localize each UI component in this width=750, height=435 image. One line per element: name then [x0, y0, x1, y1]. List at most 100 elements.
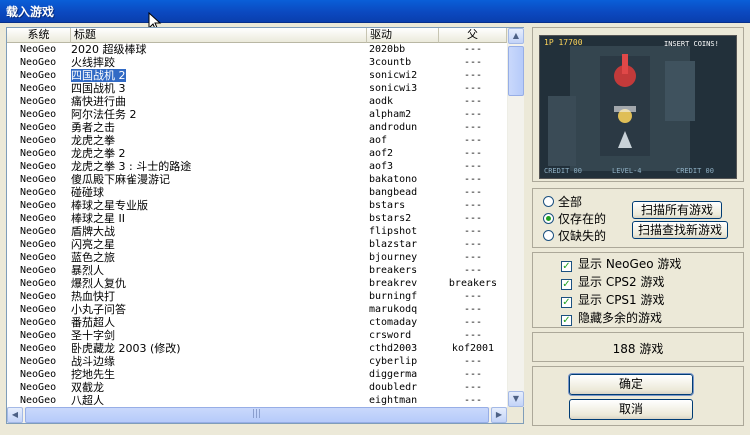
- cell-driver: aof2: [369, 148, 394, 159]
- radio-missing[interactable]: 仅缺失的: [543, 228, 606, 244]
- cell-system: NeoGeo: [20, 174, 57, 185]
- table-row[interactable]: NeoGeo 棒球之星专业版 bstars ---: [7, 199, 507, 212]
- table-row[interactable]: NeoGeo 圣十字剑 crsword ---: [7, 329, 507, 342]
- cell-parent: ---: [463, 252, 483, 263]
- table-row[interactable]: NeoGeo 痛快进行曲 aodk ---: [7, 95, 507, 108]
- table-row[interactable]: NeoGeo 四国战机 3 sonicwi3 ---: [7, 82, 507, 95]
- chevron-down-icon: ▼: [512, 394, 520, 403]
- cell-parent: ---: [463, 239, 483, 250]
- checkbox-show-cps1[interactable]: ✓ 显示 CPS1 游戏: [561, 292, 665, 308]
- window-titlebar[interactable]: 载入游戏: [0, 0, 750, 23]
- checkbox-show-neogeo[interactable]: ✓ 显示 NeoGeo 游戏: [561, 256, 681, 272]
- table-row[interactable]: NeoGeo 碰碰球 bangbead ---: [7, 186, 507, 199]
- cell-driver: aof3: [369, 161, 394, 172]
- cell-driver: eightman: [369, 395, 418, 406]
- cell-system: NeoGeo: [20, 304, 57, 315]
- cell-parent: ---: [463, 70, 483, 81]
- cell-parent: ---: [463, 161, 483, 172]
- scan-new-button[interactable]: 扫描查找新游戏: [632, 221, 728, 239]
- ok-button[interactable]: 确定: [568, 373, 694, 396]
- window-title: 载入游戏: [6, 5, 55, 19]
- table-row[interactable]: NeoGeo 暴烈人 breakers ---: [7, 264, 507, 277]
- table-row[interactable]: NeoGeo 龙虎之拳 aof ---: [7, 134, 507, 147]
- table-row[interactable]: NeoGeo 勇者之击 androdun ---: [7, 121, 507, 134]
- table-row[interactable]: NeoGeo 卧虎藏龙 2003 (修改) cthd2003 kof2001: [7, 342, 507, 355]
- cell-parent: ---: [463, 200, 483, 211]
- cell-driver: doubledr: [369, 382, 418, 393]
- cell-system: NeoGeo: [20, 70, 57, 81]
- table-row[interactable]: NeoGeo 盾牌大战 flipshot ---: [7, 225, 507, 238]
- column-header-system[interactable]: 系统: [7, 28, 71, 43]
- table-row[interactable]: NeoGeo 蓝色之旅 bjourney ---: [7, 251, 507, 264]
- table-row[interactable]: NeoGeo 傻瓜殿下麻雀漫游记 bakatono ---: [7, 173, 507, 186]
- cell-title: 挖地先生: [71, 368, 115, 381]
- table-row[interactable]: NeoGeo 八超人 eightman ---: [7, 394, 507, 407]
- radio-all[interactable]: 全部: [543, 194, 582, 210]
- radio-existing[interactable]: 仅存在的: [543, 211, 606, 227]
- preview-panel: 1P 17700 INSERT COINS! CREDIT 00 LEVEL-4…: [532, 27, 744, 182]
- cell-driver: aof: [369, 135, 388, 146]
- checkbox-label: 隐藏多余的游戏: [578, 311, 663, 325]
- table-row[interactable]: NeoGeo 2020 超级棒球 2020bb ---: [7, 43, 507, 56]
- column-header-parent[interactable]: 父: [439, 28, 507, 43]
- column-header-driver[interactable]: 驱动: [367, 28, 439, 43]
- checkbox-show-cps2[interactable]: ✓ 显示 CPS2 游戏: [561, 274, 665, 290]
- table-row[interactable]: NeoGeo 小丸子问答 marukodq ---: [7, 303, 507, 316]
- table-row[interactable]: NeoGeo 热血快打 burningf ---: [7, 290, 507, 303]
- cell-system: NeoGeo: [20, 226, 57, 237]
- cell-title: 暴烈人: [71, 264, 104, 277]
- horizontal-scrollbar[interactable]: ◀ ||| ▶: [7, 407, 507, 423]
- table-row[interactable]: NeoGeo 火线摔跤 3countb ---: [7, 56, 507, 69]
- column-header-title[interactable]: 标题: [71, 28, 367, 43]
- table-row[interactable]: NeoGeo 爆烈人复仇 breakrev breakers: [7, 277, 507, 290]
- cell-driver: 2020bb: [369, 44, 406, 55]
- count-panel: 188 游戏: [532, 332, 744, 362]
- table-row[interactable]: NeoGeo 四国战机 2 sonicwi2 ---: [7, 69, 507, 82]
- table-row[interactable]: NeoGeo 双截龙 doubledr ---: [7, 381, 507, 394]
- options-panel: ✓ 显示 NeoGeo 游戏 ✓ 显示 CPS2 游戏 ✓ 显示 CPS1 游戏 ✓ 隐…: [532, 252, 744, 328]
- game-list[interactable]: 系统 标题 驱动 父 NeoGeo 2020 超级棒球 2020bb --- NeoGe…: [6, 27, 524, 424]
- vertical-scrollbar[interactable]: ▲ ▼: [507, 28, 524, 407]
- cell-title: 圣十字剑: [71, 329, 115, 342]
- table-row[interactable]: NeoGeo 战斗边缘 cyberlip ---: [7, 355, 507, 368]
- cell-parent: ---: [463, 356, 483, 367]
- cell-title: 龙虎之拳 2: [71, 147, 126, 160]
- table-row[interactable]: NeoGeo 挖地先生 diggerma ---: [7, 368, 507, 381]
- cell-title: 痛快进行曲: [71, 95, 126, 108]
- scroll-down-button[interactable]: ▼: [508, 391, 524, 407]
- cell-driver: blazstar: [369, 239, 418, 250]
- cell-title: 棒球之星 II: [71, 212, 125, 225]
- scroll-up-button[interactable]: ▲: [508, 28, 524, 44]
- cell-parent: ---: [463, 304, 483, 315]
- horizontal-scroll-thumb[interactable]: |||: [25, 407, 489, 423]
- table-row[interactable]: NeoGeo 龙虎之拳 2 aof2 ---: [7, 147, 507, 160]
- cell-title: 火线摔跤: [71, 56, 115, 69]
- preview-scene: [540, 36, 736, 178]
- cell-title: 战斗边缘: [71, 355, 115, 368]
- checkbox-label: 显示 NeoGeo 游戏: [578, 257, 682, 271]
- cell-driver: bstars: [369, 200, 406, 211]
- scan-all-button[interactable]: 扫描所有游戏: [632, 201, 722, 219]
- table-row[interactable]: NeoGeo 棒球之星 II bstars2 ---: [7, 212, 507, 225]
- table-row[interactable]: NeoGeo 阿尔法任务 2 alpham2 ---: [7, 108, 507, 121]
- action-panel: 确定 取消: [532, 366, 744, 426]
- scroll-right-button[interactable]: ▶: [491, 407, 507, 423]
- checkbox-hide-redundant[interactable]: ✓ 隐藏多余的游戏: [561, 310, 662, 326]
- cell-system: NeoGeo: [20, 83, 57, 94]
- vertical-scroll-thumb[interactable]: [508, 46, 524, 96]
- table-row[interactable]: NeoGeo 闪亮之星 blazstar ---: [7, 238, 507, 251]
- cell-system: NeoGeo: [20, 135, 57, 146]
- cell-parent: ---: [463, 57, 483, 68]
- cell-title: 龙虎之拳: [71, 134, 115, 147]
- table-row[interactable]: NeoGeo 龙虎之拳 3 : 斗士的路途 aof3 ---: [7, 160, 507, 173]
- checkbox-icon: ✓: [561, 261, 572, 272]
- cancel-button[interactable]: 取消: [569, 399, 693, 420]
- table-row[interactable]: NeoGeo 番茄超人 ctomaday ---: [7, 316, 507, 329]
- scroll-left-button[interactable]: ◀: [7, 407, 23, 423]
- cell-system: NeoGeo: [20, 96, 57, 107]
- grip-icon: |||: [252, 409, 262, 419]
- scroll-corner: [507, 407, 523, 423]
- cell-title: 阿尔法任务 2: [71, 108, 137, 121]
- cell-system: NeoGeo: [20, 395, 57, 406]
- cell-driver: aodk: [369, 96, 394, 107]
